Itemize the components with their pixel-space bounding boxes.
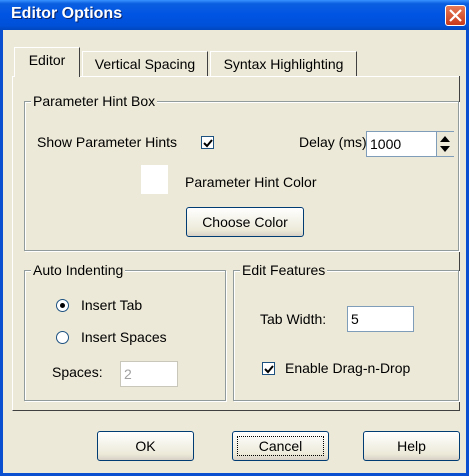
edit-features-group: Edit Features — [233, 262, 459, 401]
parameter-hint-box-title: Parameter Hint Box — [31, 93, 158, 109]
tab-width-label: Tab Width: — [260, 311, 327, 327]
auto-indenting-title: Auto Indenting — [31, 262, 126, 278]
insert-tab-label: Insert Tab — [81, 297, 143, 313]
focus-rect — [237, 436, 324, 456]
show-parameter-hints-checkbox[interactable] — [201, 136, 214, 149]
edit-features-title: Edit Features — [240, 262, 328, 278]
close-icon — [449, 9, 462, 22]
insert-spaces-label: Insert Spaces — [81, 329, 167, 345]
checkmark-icon — [203, 139, 213, 148]
tab-editor[interactable]: Editor — [14, 47, 80, 77]
tab-width-input[interactable]: 5 — [347, 306, 414, 332]
choose-color-button[interactable]: Choose Color — [186, 207, 304, 237]
window-frame-left — [0, 30, 3, 476]
insert-tab-radio[interactable] — [56, 299, 69, 312]
delay-value: 1000 — [370, 136, 402, 152]
editor-options-dialog: Editor Options Editor Vertical Spacing S… — [0, 0, 469, 476]
tab-vertical-spacing-label: Vertical Spacing — [94, 56, 196, 72]
spin-arrows-icon — [440, 136, 450, 152]
window-title: Editor Options — [11, 5, 123, 22]
spaces-label: Spaces: — [52, 364, 103, 380]
tab-syntax-highlighting-label: Syntax Highlighting — [223, 56, 344, 72]
delay-label: Delay (ms): — [299, 134, 371, 150]
cancel-button[interactable]: Cancel — [232, 431, 329, 461]
insert-spaces-radio[interactable] — [56, 331, 69, 344]
choose-color-label: Choose Color — [202, 214, 288, 230]
ok-label: OK — [135, 438, 156, 454]
enable-drag-n-drop-label: Enable Drag-n-Drop — [285, 360, 411, 376]
parameter-hint-color-swatch[interactable] — [141, 165, 168, 194]
help-label: Help — [397, 438, 426, 454]
close-button[interactable] — [445, 5, 466, 26]
tab-syntax-highlighting[interactable]: Syntax Highlighting — [210, 51, 357, 76]
help-button[interactable]: Help — [363, 431, 460, 461]
spaces-input[interactable]: 2 — [120, 361, 178, 387]
tab-width-value: 5 — [351, 311, 359, 327]
checkmark-icon — [264, 365, 274, 374]
ok-button[interactable]: OK — [97, 431, 194, 461]
tab-editor-label: Editor — [28, 52, 66, 68]
title-bar[interactable]: Editor Options — [0, 0, 469, 30]
parameter-hint-color-label: Parameter Hint Color — [185, 174, 317, 190]
delay-spinner[interactable] — [436, 132, 454, 156]
spaces-value: 2 — [124, 366, 132, 382]
tab-vertical-spacing[interactable]: Vertical Spacing — [82, 51, 208, 76]
show-parameter-hints-label: Show Parameter Hints — [37, 134, 178, 150]
radio-selected-dot — [60, 303, 65, 308]
enable-drag-n-drop-checkbox[interactable] — [262, 362, 275, 375]
